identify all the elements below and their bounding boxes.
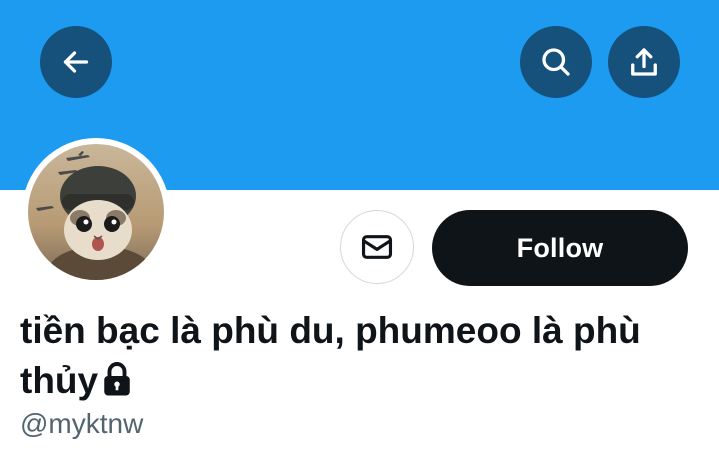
arrow-left-icon [63,51,89,73]
lock-icon [102,361,132,397]
follow-button[interactable]: Follow [432,210,688,286]
search-button[interactable] [520,26,592,98]
message-button[interactable] [340,210,414,284]
share-icon [631,48,657,76]
search-icon [542,48,570,76]
avatar-frame [22,138,170,286]
share-button[interactable] [608,26,680,98]
envelope-icon [361,235,393,259]
avatar[interactable] [28,144,164,280]
profile-handle: @myktnw [20,408,144,439]
back-button[interactable] [40,26,112,98]
avatar-cat-pilot-image [28,144,164,280]
profile-display-name: tiền bạc là phù du, phumeoo là phù thủy [20,306,680,406]
